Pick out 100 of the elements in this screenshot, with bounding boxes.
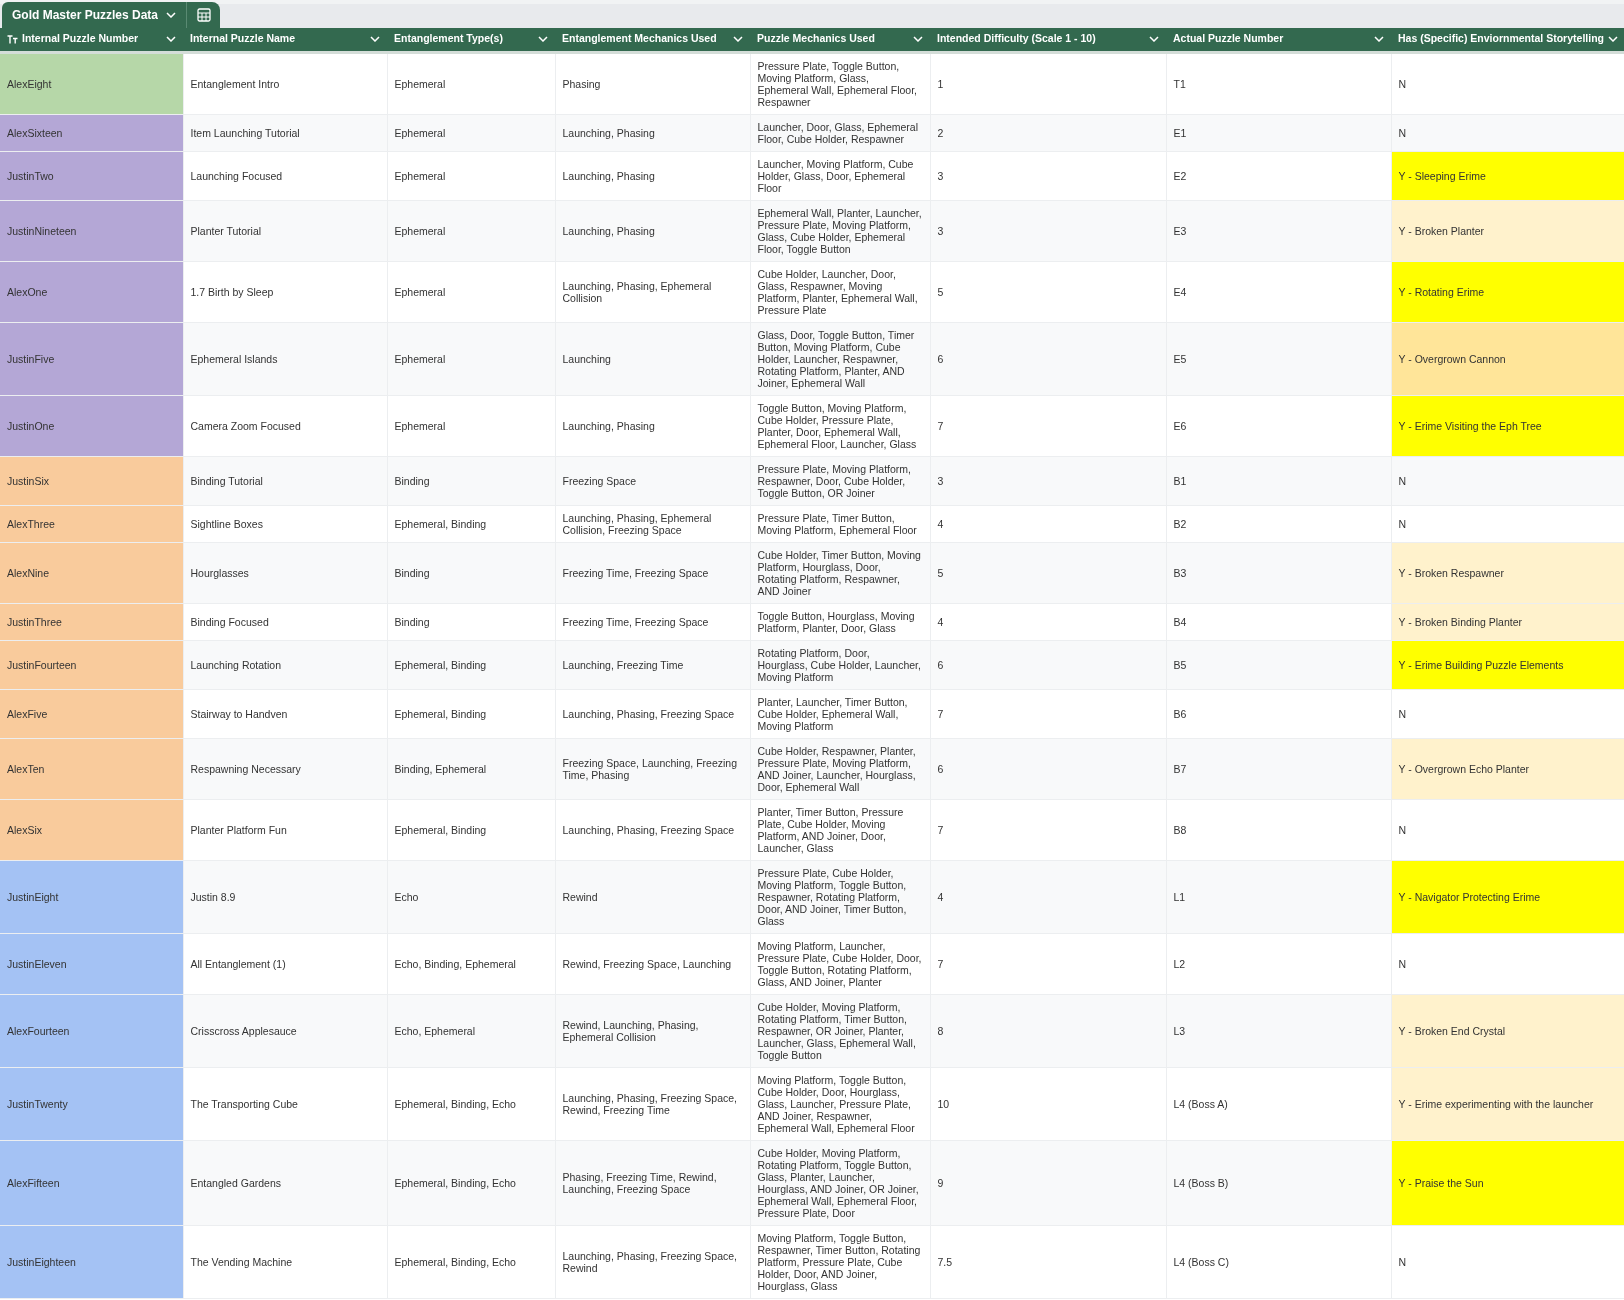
sheet-tab[interactable]: Gold Master Puzzles Data: [2, 2, 187, 28]
table-cell: 7: [930, 689, 1166, 738]
table-cell: Planter Tutorial: [183, 200, 387, 261]
table-cell: Launching, Phasing, Ephemeral Collision: [555, 261, 750, 322]
table-cell: Ephemeral, Binding: [387, 689, 555, 738]
table-cell: Freezing Time, Freezing Space: [555, 603, 750, 640]
table-cell: AlexFifteen: [0, 1140, 183, 1225]
table-cell: Ephemeral Islands: [183, 322, 387, 395]
table-cell: B7: [1166, 738, 1391, 799]
table-cell: Freezing Space, Launching, Freezing Time, Phasing: [555, 738, 750, 799]
column-header[interactable]: Actual Puzzle Number: [1166, 28, 1391, 52]
table-cell: E1: [1166, 114, 1391, 151]
table-cell: L2: [1166, 933, 1391, 994]
table-cell: 3: [930, 200, 1166, 261]
table-cell: 5: [930, 542, 1166, 603]
table-cell: Rewind, Freezing Space, Launching: [555, 933, 750, 994]
table-cell: E2: [1166, 151, 1391, 200]
table-cell: Launching, Phasing, Freezing Space: [555, 799, 750, 860]
table-cell: L4 (Boss C): [1166, 1225, 1391, 1298]
table-cell: Launcher, Moving Platform, Cube Holder, Glass, Door, Ephemeral Floor: [750, 151, 930, 200]
table-cell: Freezing Space: [555, 456, 750, 505]
table-cell: 6: [930, 640, 1166, 689]
table-cell: Cube Holder, Moving Platform, Rotating Platform, Toggle Button, Glass, Planter, Launcher, Hourglass, AND Joiner, OR Joiner, Ephemeral Wall, Ephemeral Floor, Pressure Plate, Door: [750, 1140, 930, 1225]
table-cell: Ephemeral Wall, Planter, Launcher, Pressure Plate, Moving Platform, Glass, Cube Holder, Ephemeral Floor, Toggle Button: [750, 200, 930, 261]
table-cell: Cube Holder, Timer Button, Moving Platform, Hourglass, Door, Rotating Platform, Respawner, AND Joiner: [750, 542, 930, 603]
column-header[interactable]: Intended Difficulty (Scale 1 - 10): [930, 28, 1166, 52]
table-cell: B1: [1166, 456, 1391, 505]
table-cell: Y - Broken Binding Planter: [1391, 603, 1624, 640]
table-cell: L3: [1166, 994, 1391, 1067]
table-cell: Ephemeral, Binding, Echo: [387, 1140, 555, 1225]
table-cell: N: [1391, 505, 1624, 542]
table-cell: N: [1391, 456, 1624, 505]
table-cell: AlexFive: [0, 689, 183, 738]
table-cell: Rotating Platform, Door, Hourglass, Cube Holder, Launcher, Moving Platform: [750, 640, 930, 689]
table-cell: Binding Tutorial: [183, 456, 387, 505]
table-cell: T1: [1166, 52, 1391, 114]
table-cell: Y - Broken Planter: [1391, 200, 1624, 261]
table-cell: Y - Erime experimenting with the launcher: [1391, 1067, 1624, 1140]
table-cell: E6: [1166, 395, 1391, 456]
table-cell: AlexThree: [0, 505, 183, 542]
table-cell: 7: [930, 933, 1166, 994]
table-cell: Echo: [387, 860, 555, 933]
table-cell: 3: [930, 151, 1166, 200]
table-cell: Binding, Ephemeral: [387, 738, 555, 799]
table-cell: AlexNine: [0, 542, 183, 603]
table-cell: Moving Platform, Toggle Button, Respawner, Timer Button, Rotating Platform, Pressure Plate, Cube Holder, Door, AND Joiner, Hourglass, Glass: [750, 1225, 930, 1298]
table-cell: AlexFourteen: [0, 994, 183, 1067]
table-cell: 7.5: [930, 1225, 1166, 1298]
table-cell: Ephemeral: [387, 114, 555, 151]
table-cell: Ephemeral: [387, 200, 555, 261]
table-cell: Launching, Phasing: [555, 200, 750, 261]
table-cell: E4: [1166, 261, 1391, 322]
table-cell: JustinTwo: [0, 151, 183, 200]
table-cell: Item Launching Tutorial: [183, 114, 387, 151]
table-cell: Ephemeral: [387, 52, 555, 114]
table-cell: B6: [1166, 689, 1391, 738]
table-cell: Stairway to Handven: [183, 689, 387, 738]
table-cell: Sightline Boxes: [183, 505, 387, 542]
table-cell: Phasing, Freezing Time, Rewind, Launching, Freezing Space: [555, 1140, 750, 1225]
table-cell: 3: [930, 456, 1166, 505]
table-cell: N: [1391, 1225, 1624, 1298]
table-cell: 2: [930, 114, 1166, 151]
table-cell: Y - Navigator Protecting Erime: [1391, 860, 1624, 933]
table-cell: 4: [930, 860, 1166, 933]
column-header[interactable]: Entanglement Type(s): [387, 28, 555, 52]
table-cell: Y - Praise the Sun: [1391, 1140, 1624, 1225]
column-header[interactable]: Has (Specific) Enviornmental Storytelling: [1391, 28, 1624, 52]
table-cell: Glass, Door, Toggle Button, Timer Button, Moving Platform, Cube Holder, Launcher, Respawner, Rotating Platform, Planter, AND Joiner, Ephemeral Wall: [750, 322, 930, 395]
table-cell: JustinEight: [0, 860, 183, 933]
table-cell: Ephemeral: [387, 322, 555, 395]
table-cell: Ephemeral: [387, 395, 555, 456]
table-cell: 7: [930, 799, 1166, 860]
table-cell: Justin 8.9: [183, 860, 387, 933]
table-cell: Ephemeral, Binding: [387, 799, 555, 860]
table-cell: Phasing: [555, 52, 750, 114]
column-header[interactable]: Puzzle Mechanics Used: [750, 28, 930, 52]
table-cell: N: [1391, 52, 1624, 114]
table-cell: Respawning Necessary: [183, 738, 387, 799]
table-cell: B4: [1166, 603, 1391, 640]
table-cell: Y - Broken End Crystal: [1391, 994, 1624, 1067]
table-cell: Planter, Timer Button, Pressure Plate, Cube Holder, Moving Platform, AND Joiner, Door, Launcher, Glass: [750, 799, 930, 860]
table-cell: Cube Holder, Respawner, Planter, Pressure Plate, Moving Platform, AND Joiner, Launcher, Hourglass, Door, Ephemeral Wall: [750, 738, 930, 799]
table-cell: Launching Focused: [183, 151, 387, 200]
table-cell: JustinTwenty: [0, 1067, 183, 1140]
table-cell: 5: [930, 261, 1166, 322]
table-cell: Ephemeral, Binding, Echo: [387, 1067, 555, 1140]
table-cell: Ephemeral, Binding, Echo: [387, 1225, 555, 1298]
table-cell: Launching, Phasing, Freezing Space, Rewind: [555, 1225, 750, 1298]
table-cell: Toggle Button, Hourglass, Moving Platform, Planter, Door, Glass: [750, 603, 930, 640]
table-cell: L1: [1166, 860, 1391, 933]
table-cell: Launching, Phasing, Freezing Space, Rewind, Freezing Time: [555, 1067, 750, 1140]
table-cell: 7: [930, 395, 1166, 456]
table-cell: Toggle Button, Moving Platform, Cube Holder, Pressure Plate, Planter, Door, Ephemeral Wall, Ephemeral Floor, Launcher, Glass: [750, 395, 930, 456]
column-header[interactable]: Internal Puzzle Name: [183, 28, 387, 52]
table-cell: L4 (Boss B): [1166, 1140, 1391, 1225]
column-header[interactable]: Entanglement Mechanics Used: [555, 28, 750, 52]
table-cell: Y - Erime Visiting the Eph Tree: [1391, 395, 1624, 456]
column-header[interactable]: Internal Puzzle Number: [0, 28, 183, 52]
table-cell: B5: [1166, 640, 1391, 689]
table-cell: Launching, Phasing, Ephemeral Collision, Freezing Space: [555, 505, 750, 542]
